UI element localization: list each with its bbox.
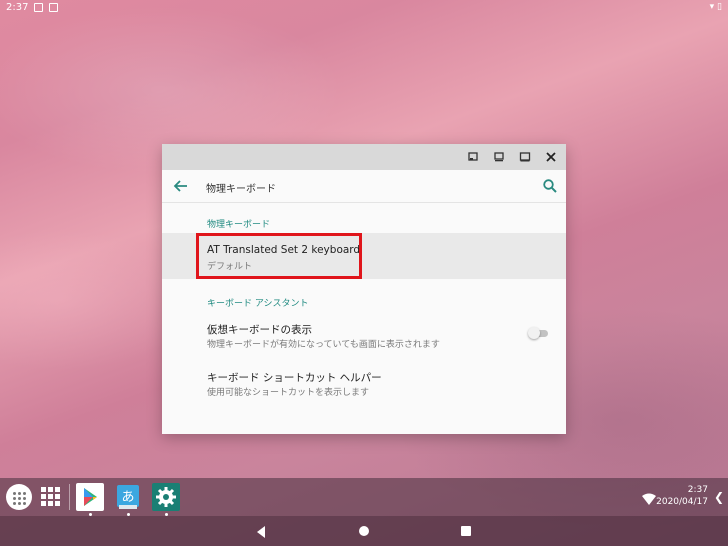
virtual-keyboard-toggle[interactable] xyxy=(528,327,548,339)
search-icon[interactable] xyxy=(542,178,558,194)
close-icon[interactable] xyxy=(544,150,558,164)
shortcut-helper-title: キーボード ショートカット ヘルパー xyxy=(207,372,382,384)
notification-icon xyxy=(34,3,43,12)
play-store-icon[interactable] xyxy=(76,483,104,511)
launcher-button[interactable] xyxy=(6,484,32,510)
japanese-input-icon[interactable]: あ xyxy=(114,483,142,511)
virtual-keyboard-preference[interactable]: 仮想キーボードの表示 物理キーボードが有効になっていても画面に表示されます xyxy=(162,314,566,358)
taskbar-clock[interactable]: 2:37 2020/04/17 xyxy=(656,484,708,508)
wifi-icon[interactable] xyxy=(642,490,656,505)
maximize-icon[interactable] xyxy=(518,150,532,164)
app-bar: 物理キーボード xyxy=(162,170,566,203)
section-header-keyboard-assistant: キーボード アシスタント xyxy=(207,299,309,309)
status-bar: 2:37 ▾ ▯ xyxy=(0,0,728,16)
navigation-bar xyxy=(0,516,728,546)
minimize-icon[interactable] xyxy=(466,150,480,164)
nav-home-icon[interactable] xyxy=(359,526,369,536)
status-time: 2:37 xyxy=(6,2,29,13)
chevron-left-icon[interactable]: ❮ xyxy=(714,490,724,504)
section-header-physical-keyboard: 物理キーボード xyxy=(207,220,271,230)
toggle-thumb xyxy=(528,327,540,339)
taskbar: あ 2:37 2020/04/17 ❮ xyxy=(0,478,728,516)
settings-gear-icon[interactable] xyxy=(152,483,180,511)
virtual-keyboard-title: 仮想キーボードの表示 xyxy=(207,324,312,336)
image-notification-icon xyxy=(49,3,58,12)
shortcut-helper-preference[interactable]: キーボード ショートカット ヘルパー 使用可能なショートカットを表示します xyxy=(162,362,566,406)
shortcut-helper-summary: 使用可能なショートカットを表示します xyxy=(207,388,370,398)
taskbar-separator xyxy=(69,484,70,510)
settings-window: 物理キーボード 物理キーボード AT Translated Set 2 keyb… xyxy=(162,144,566,434)
clock-date: 2020/04/17 xyxy=(656,497,708,507)
app-grid-icon[interactable] xyxy=(40,486,60,506)
back-arrow-icon[interactable] xyxy=(172,177,190,195)
nav-back-icon[interactable] xyxy=(255,524,267,538)
page-title: 物理キーボード xyxy=(206,184,276,195)
wifi-status-icon: ▾ ▯ xyxy=(709,2,722,12)
virtual-keyboard-summary: 物理キーボードが有効になっていても画面に表示されます xyxy=(207,340,440,350)
clock-time: 2:37 xyxy=(687,485,708,495)
nav-recents-icon[interactable] xyxy=(461,526,471,536)
window-titlebar[interactable] xyxy=(162,144,566,170)
restore-icon[interactable] xyxy=(492,150,506,164)
highlight-annotation-box xyxy=(196,233,362,279)
svg-text:あ: あ xyxy=(121,490,134,505)
